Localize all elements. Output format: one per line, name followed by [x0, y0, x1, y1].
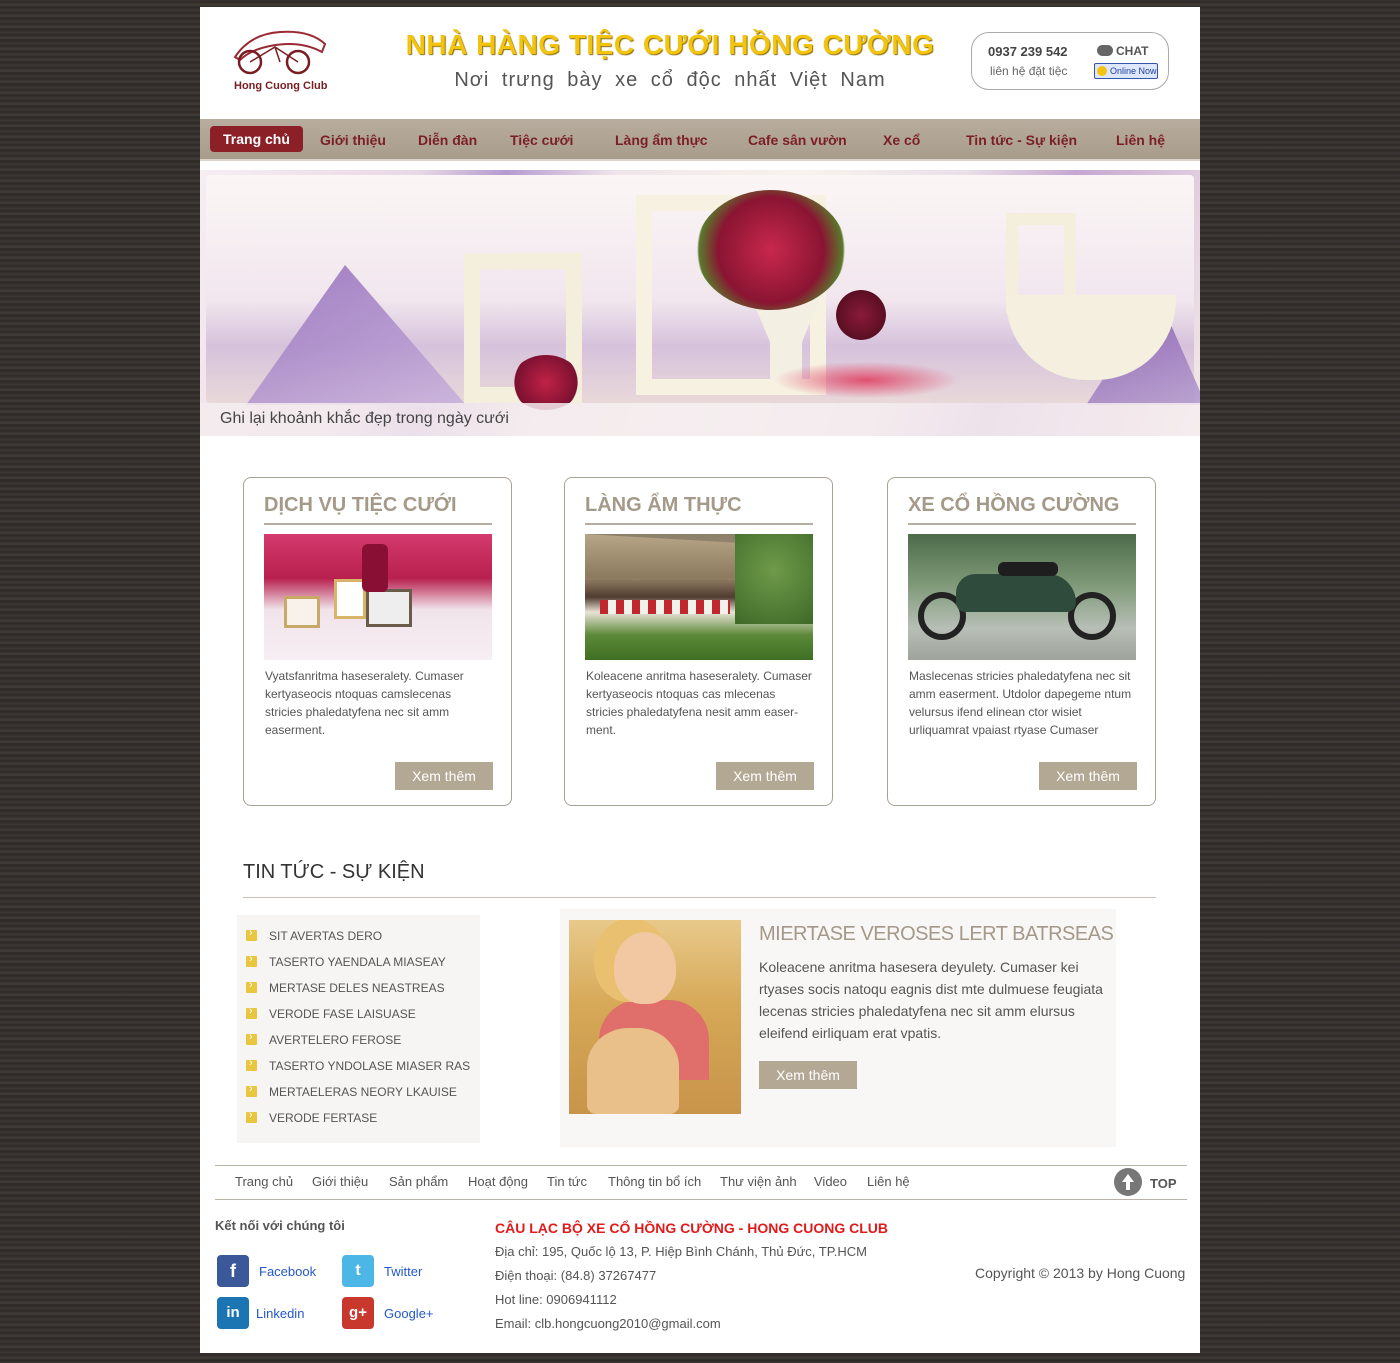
featured-news-text: Koleacene anritma hasesera deyulety. Cum… — [759, 959, 1103, 1041]
twitter-icon[interactable]: t — [342, 1255, 374, 1287]
online-status-button[interactable]: Online Now — [1094, 63, 1158, 79]
back-to-top-link[interactable]: TOP — [1150, 1176, 1177, 1191]
service-card-food-village: LÀNG ẨM THỰC Koleacene anritma haseseral… — [564, 477, 833, 806]
linkedin-link[interactable]: Linkedin — [256, 1306, 304, 1321]
nav-item-home[interactable]: Trang chủ — [210, 126, 303, 152]
nav-item-news-events[interactable]: Tin tức - Sự kiện — [966, 129, 1077, 153]
facebook-icon[interactable]: f — [217, 1255, 249, 1287]
hero-banner: Ghi lại khoảnh khắc đẹp trong ngày cưới — [200, 170, 1200, 436]
news-section-title: TIN TỨC - SỰ KIỆN — [243, 861, 425, 883]
service-card-wedding: DỊCH VỤ TIỆC CƯỚI Vyatsfanritma hasesera… — [243, 477, 512, 806]
footer-link-useful-info[interactable]: Thông tin bổ ích — [608, 1174, 701, 1189]
car-logo-icon — [233, 30, 327, 75]
chat-bubble-icon — [1097, 45, 1113, 56]
news-item[interactable]: SIT AVERTAS DERO — [269, 929, 382, 943]
nav-item-classic-cars[interactable]: Xe cổ — [883, 129, 920, 153]
wedding-table-image[interactable] — [264, 534, 492, 660]
arrow-bullet-icon — [246, 953, 257, 967]
footer-link-video[interactable]: Video — [814, 1174, 847, 1189]
nav-item-food-village[interactable]: Làng ẩm thực — [615, 129, 708, 153]
nav-item-forum[interactable]: Diễn đàn — [418, 129, 477, 153]
nav-item-wedding[interactable]: Tiệc cưới — [510, 129, 573, 153]
footer-link-gallery[interactable]: Thư viện ảnh — [720, 1174, 797, 1189]
arrow-bullet-icon — [246, 927, 257, 941]
arrow-bullet-icon — [246, 1109, 257, 1123]
arrow-bullet-icon — [246, 1083, 257, 1097]
news-item[interactable]: AVERTELERO FEROSE — [269, 1033, 401, 1047]
linkedin-icon[interactable]: in — [217, 1297, 249, 1329]
footer-link-home[interactable]: Trang chủ — [235, 1174, 293, 1189]
footer-link-contact[interactable]: Liên hệ — [867, 1174, 910, 1189]
main-nav: Trang chủ Giới thiệu Diễn đàn Tiệc cưới … — [200, 119, 1200, 161]
phone-note: liên hệ đặt tiệc — [990, 64, 1068, 78]
service-text: Koleacene anritma haseseralety. Cumaser … — [586, 669, 812, 737]
news-item[interactable]: TASERTO YNDOLASE MIASER RAS — [269, 1059, 470, 1073]
read-more-button[interactable]: Xem thêm — [1039, 762, 1137, 790]
arrow-bullet-icon — [246, 1005, 257, 1019]
phone-info: Điện thoại: (84.8) 37267477 — [495, 1268, 657, 1283]
club-name: CÂU LẠC BỘ XE CỔ HỒNG CƯỜNG - HONG CUONG… — [495, 1220, 888, 1236]
news-item[interactable]: TASERTO YAENDALA MIASEAY — [269, 955, 446, 969]
page-container: Hong Cuong Club NHÀ HÀNG TIỆC CƯỚI HỒNG … — [200, 7, 1200, 1353]
twitter-link[interactable]: Twitter — [384, 1264, 422, 1279]
contact-box[interactable]: 0937 239 542 liên hệ đặt tiệc CHAT Onlin… — [971, 32, 1169, 90]
footer-link-about[interactable]: Giới thiệu — [312, 1174, 368, 1189]
nav-item-contact[interactable]: Liên hệ — [1116, 129, 1165, 153]
email-info[interactable]: Email: clb.hongcuong2010@gmail.com — [495, 1316, 721, 1331]
footer-link-activities[interactable]: Hoạt động — [468, 1174, 528, 1189]
featured-news-image[interactable] — [569, 920, 741, 1114]
arrow-bullet-icon — [246, 1057, 257, 1071]
news-list: SIT AVERTAS DERO TASERTO YAENDALA MIASEA… — [237, 915, 480, 1143]
news-item[interactable]: VERODE FERTASE — [269, 1111, 377, 1125]
news-item[interactable]: VERODE FASE LAISUASE — [269, 1007, 416, 1021]
footer-link-news[interactable]: Tin tức — [547, 1174, 587, 1189]
site-subtitle: Nơi trưng bày xe cổ độc nhất Việt Nam — [454, 69, 886, 91]
classic-motorbike-image[interactable] — [908, 534, 1136, 660]
chat-link[interactable]: CHAT — [1097, 44, 1148, 58]
logo-text: Hong Cuong Club — [234, 80, 328, 92]
address: Địa chỉ: 195, Quốc lộ 13, P. Hiệp Bình C… — [495, 1244, 867, 1259]
service-title: DỊCH VỤ TIỆC CƯỚI — [264, 494, 457, 516]
service-text: Vyatsfanritma haseseralety. Cumaser kert… — [265, 669, 464, 737]
banner-caption: Ghi lại khoảnh khắc đẹp trong ngày cưới — [220, 410, 509, 427]
connect-heading: Kết nối với chúng tôi — [215, 1218, 345, 1233]
arrow-bullet-icon — [246, 1031, 257, 1045]
news-item[interactable]: MERTASE DELES NEASTREAS — [269, 981, 445, 995]
service-card-classic-cars: XE CỔ HỒNG CƯỜNG Maslecenas stricies pha… — [887, 477, 1156, 806]
arrow-up-icon[interactable] — [1114, 1168, 1142, 1196]
copyright: Copyright © 2013 by Hong Cuong — [975, 1265, 1186, 1281]
service-text: Maslecenas stricies phaledatyfena nec si… — [909, 669, 1132, 737]
food-village-image[interactable] — [585, 534, 813, 660]
news-item[interactable]: MERTAELERAS NEORY LKAUISE — [269, 1085, 457, 1099]
featured-news-heading[interactable]: MIERTASE VEROSES LERT BATRSEAS — [759, 923, 1114, 946]
nav-item-garden-cafe[interactable]: Cafe sân vườn — [748, 129, 847, 153]
facebook-link[interactable]: Facebook — [259, 1264, 316, 1279]
arrow-bullet-icon — [246, 979, 257, 993]
nav-item-about[interactable]: Giới thiệu — [320, 129, 386, 153]
site-title: NHÀ HÀNG TIỆC CƯỚI HỒNG CƯỜNG — [405, 29, 935, 60]
read-more-button[interactable]: Xem thêm — [759, 1061, 857, 1089]
chat-label: CHAT — [1116, 44, 1149, 58]
read-more-button[interactable]: Xem thêm — [395, 762, 493, 790]
online-label: Online Now — [1110, 66, 1157, 76]
service-title: LÀNG ẨM THỰC — [585, 494, 742, 516]
google-plus-link[interactable]: Google+ — [384, 1306, 434, 1321]
hotline-info: Hot line: 0906941112 — [495, 1292, 617, 1307]
service-title: XE CỔ HỒNG CƯỜNG — [908, 494, 1120, 516]
google-plus-icon[interactable]: g+ — [342, 1297, 374, 1329]
footer-link-products[interactable]: Sản phẩm — [389, 1174, 448, 1189]
banner-image — [206, 175, 1200, 410]
phone-number: 0937 239 542 — [988, 44, 1068, 59]
read-more-button[interactable]: Xem thêm — [716, 762, 814, 790]
smiley-icon — [1097, 66, 1107, 76]
